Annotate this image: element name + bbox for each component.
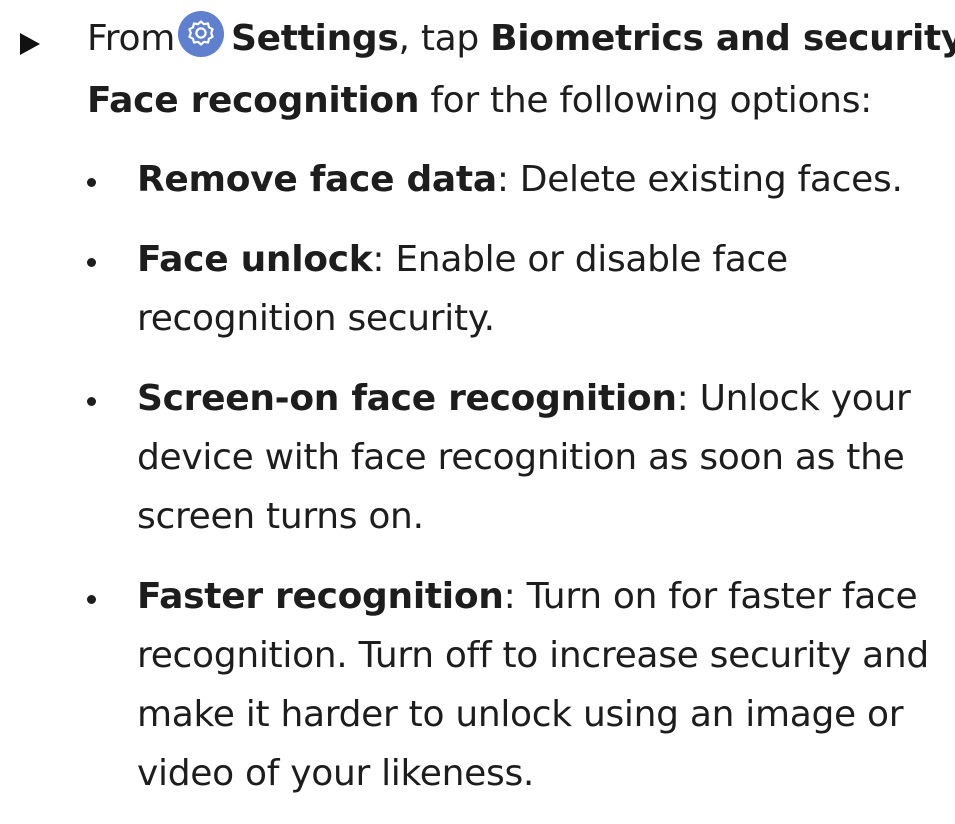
option-text: Screen-on face recognition: Unlock your …: [137, 369, 952, 546]
biometrics-label: Biometrics and security: [490, 18, 955, 59]
step-arrow-icon: [20, 33, 40, 55]
option-text: Remove face data: Delete existing faces.: [137, 150, 952, 209]
bullet-icon: [87, 397, 96, 406]
option-title: Screen-on face recognition: [137, 378, 677, 419]
bullet-icon: [87, 178, 96, 187]
instruction-text: From Settings, tap Biometrics and securi…: [87, 8, 955, 132]
from-text: From: [87, 18, 175, 59]
option-description: : Delete existing faces.: [496, 159, 903, 200]
list-item: Screen-on face recognition: Unlock your …: [0, 369, 955, 546]
option-title: Faster recognition: [137, 576, 504, 617]
settings-label: Settings: [231, 18, 399, 59]
tap-text: , tap: [398, 18, 480, 59]
options-list: Remove face data: Delete existing faces.…: [0, 150, 955, 824]
face-recognition-label: Face recognition: [87, 80, 420, 121]
bullet-icon: [87, 258, 96, 267]
list-item: Remove face data: Delete existing faces.: [0, 150, 955, 209]
option-text: Face unlock: Enable or disable face reco…: [137, 230, 952, 348]
tail-text: for the following options:: [430, 80, 872, 121]
option-text: Faster recognition: Turn on for faster f…: [137, 567, 952, 803]
list-item: Faster recognition: Turn on for faster f…: [0, 567, 955, 803]
settings-gear-icon: [178, 11, 224, 57]
document-page: From Settings, tap Biometrics and securi…: [0, 0, 955, 794]
option-title: Remove face data: [137, 159, 497, 200]
list-item: Face unlock: Enable or disable face reco…: [0, 230, 955, 348]
option-title: Face unlock: [137, 239, 373, 280]
bullet-icon: [87, 595, 96, 604]
